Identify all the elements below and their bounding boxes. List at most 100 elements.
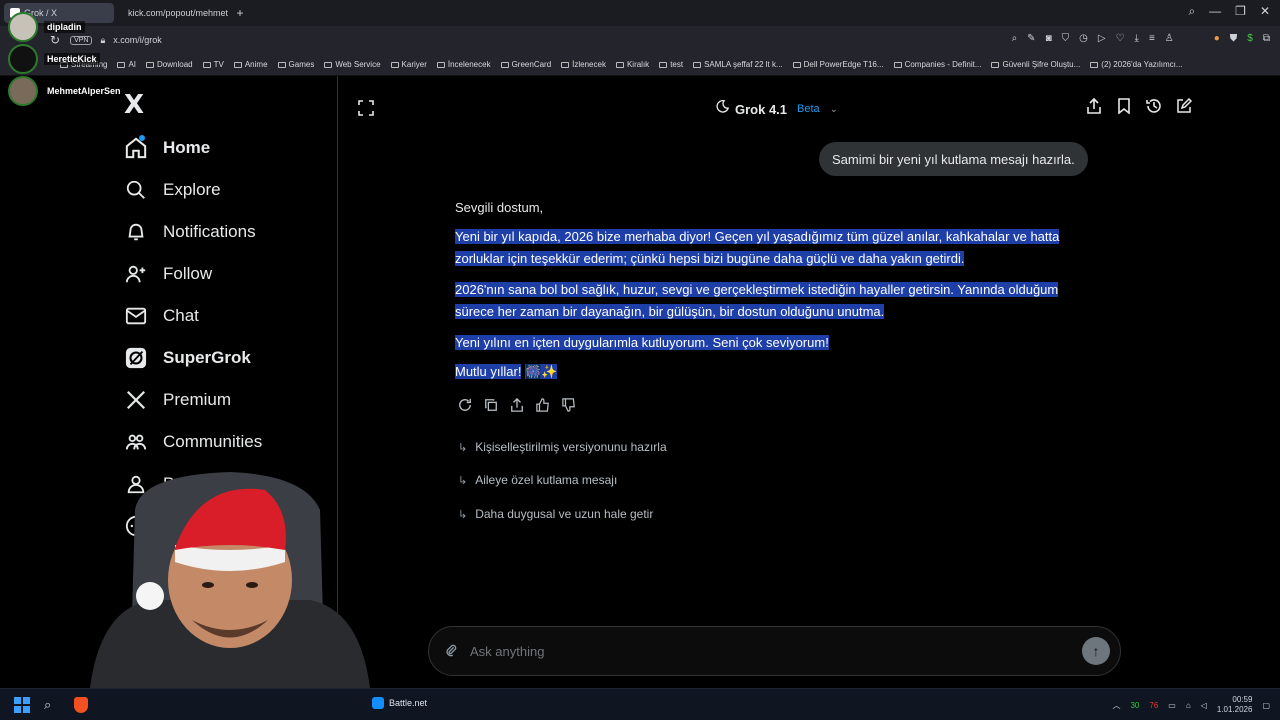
brave-browser-icon[interactable] [74, 697, 88, 713]
sidebar-item-premium[interactable]: Premium [124, 385, 231, 415]
reply-line: 2026'nın sana bol bol sağlık, huzur, sev… [455, 282, 1059, 297]
minimize-icon[interactable]: — [1209, 4, 1221, 19]
ask-input[interactable]: Ask anything [470, 644, 544, 659]
extension-shield-icon[interactable]: ⛊ [1230, 33, 1238, 44]
bookmark-label: Anime [244, 60, 268, 69]
menu-icon[interactable]: ≡ [1149, 33, 1155, 44]
clock-date: 1.01.2026 [1216, 705, 1253, 714]
sidebar-item-label: Communities [163, 432, 263, 451]
follow-up-arrow-icon: ↳ [458, 441, 468, 454]
reply-line: Yeni bir yıl kapıda, 2026 bize merhaba d… [455, 229, 1060, 244]
zoom-icon[interactable]: ⌕ [1012, 33, 1018, 44]
download-icon[interactable]: ⤓ [1135, 33, 1139, 44]
sidebar-item-follow[interactable]: Follow [124, 259, 212, 289]
bookmark-item[interactable]: Games [277, 60, 314, 69]
bookmark-item[interactable]: Companies - Definit... [893, 60, 981, 69]
thumbs-down-icon[interactable] [562, 398, 576, 412]
new-tab-button[interactable]: + [232, 5, 248, 21]
taskbar-app-battlenet[interactable]: Battle.net [372, 697, 427, 709]
bookmark-item[interactable]: AI [117, 60, 136, 69]
clock-time: 00:59 [1232, 695, 1253, 704]
tab-kick[interactable]: kick.com/popout/mehmet [118, 3, 228, 23]
bookmark-item[interactable]: Kiralık [615, 60, 649, 69]
thumbs-up-icon[interactable] [536, 398, 550, 412]
search-icon [124, 178, 148, 202]
bookmark-label: Web Service [335, 60, 381, 69]
sidebar-item-notifications[interactable]: Notifications [124, 217, 256, 247]
url-field[interactable]: x.com/i/grok [113, 35, 162, 45]
follow-up-arrow-icon: ↳ [458, 474, 468, 487]
bookmark-item[interactable]: TV [202, 60, 224, 69]
account-icon[interactable]: ♙ [1165, 33, 1174, 44]
bookmark-item[interactable]: Download [146, 60, 193, 69]
suggestion-item[interactable]: ↳ Daha duygusal ve uzun hale getir [458, 507, 653, 521]
bookmark-item[interactable]: (2) 2026'da Yazılımcı... [1090, 60, 1183, 69]
sidebar-item-supergrok[interactable]: SuperGrok [124, 343, 251, 373]
bookmark-icon[interactable] [1116, 98, 1132, 115]
bookmark-item[interactable]: test [659, 60, 683, 69]
edit-icon[interactable]: ✎ [1027, 33, 1035, 44]
close-icon[interactable]: ✕ [1260, 4, 1270, 19]
bookmark-item[interactable]: GreenCard [500, 60, 551, 69]
camera-icon[interactable]: ◙ [1046, 33, 1052, 44]
bookmark-item[interactable]: Web Service [324, 60, 381, 69]
bookmark-item[interactable]: İncelenecek [436, 60, 491, 69]
bookmark-item[interactable]: Kariyer [390, 60, 427, 69]
expand-icon[interactable] [358, 100, 374, 116]
heart-icon[interactable]: ♡ [1116, 33, 1125, 44]
sidebar-item-explore[interactable]: Explore [124, 175, 221, 205]
clock[interactable]: 00:59 1.01.2026 [1217, 695, 1253, 715]
folder-icon [146, 61, 155, 68]
sidebar-item-label: Premium [163, 390, 232, 409]
bookmark-item[interactable]: SAMLA şeffaf 22 lt k... [693, 60, 783, 69]
extension-icon[interactable]: ● [1214, 33, 1220, 44]
share-icon[interactable] [510, 397, 524, 412]
bookmark-item[interactable]: Dell PowerEdge T16... [792, 60, 884, 69]
bookmark-item[interactable]: İzlenecek [561, 60, 606, 69]
sidebar-item-home[interactable]: Home [124, 133, 210, 163]
attach-icon[interactable] [444, 643, 458, 660]
search-tabs-icon[interactable]: ⌕ [1188, 4, 1195, 19]
new-chat-icon[interactable] [1176, 97, 1193, 114]
avatar [8, 12, 38, 42]
composer[interactable]: Ask anything ↑ [428, 626, 1121, 676]
overlay-username: MehmetAlperSen [44, 85, 124, 97]
network-icon[interactable]: ⌂ [1186, 701, 1191, 710]
clock-icon[interactable]: ◷ [1079, 33, 1088, 44]
copy-icon[interactable] [484, 398, 498, 412]
suggestion-item[interactable]: ↳ Kişiselleştirilmiş versiyonunu hazırla [458, 440, 667, 454]
sidebar-item-chat[interactable]: Chat [124, 301, 199, 331]
home-icon [124, 136, 148, 160]
history-icon[interactable] [1146, 98, 1162, 114]
search-icon[interactable]: ⌕ [44, 697, 51, 713]
model-selector[interactable]: Grok 4.1 Beta ⌄ [716, 100, 838, 118]
windows-start-icon[interactable] [14, 697, 30, 713]
sidebar-item-communities[interactable]: Communities [124, 427, 262, 457]
suggestion-item[interactable]: ↳ Aileye özel kutlama mesajı [458, 473, 617, 487]
monitor-icon[interactable]: ▭ [1168, 701, 1176, 710]
extensions-icon[interactable]: ⧉ [1263, 33, 1270, 44]
chevron-up-icon[interactable]: ︿ [1112, 700, 1120, 711]
extension-dollar-icon[interactable]: $ [1247, 33, 1253, 44]
play-icon[interactable]: ▷ [1098, 33, 1106, 44]
bookmark-item[interactable]: Anime [233, 60, 268, 69]
folder-icon [202, 61, 211, 68]
sidebar-item-label: Chat [163, 306, 199, 325]
browser-tab-bar: Grok / X kick.com/popout/mehmet + ⌕ — ❐ … [0, 0, 1280, 26]
volume-icon[interactable]: ◁ [1201, 701, 1207, 710]
share-icon[interactable] [1086, 97, 1102, 114]
chat-header-actions [1086, 97, 1193, 115]
follow-icon [124, 262, 148, 286]
restore-icon[interactable]: ❐ [1235, 4, 1246, 19]
taskbar-app-label: Battle.net [389, 698, 428, 708]
model-name: Grok 4.1 [735, 101, 788, 117]
x-logo[interactable]: X [124, 90, 144, 120]
shield-icon[interactable]: ⛉ [1062, 33, 1070, 44]
reply-closing: Mutlu yıllar! 🎆✨ [455, 361, 1085, 383]
lock-icon[interactable]: 🔒︎ [100, 35, 105, 46]
regenerate-icon[interactable] [458, 398, 472, 412]
send-button[interactable]: ↑ [1082, 637, 1110, 665]
bookmark-item[interactable]: Güvenli Şifre Oluştu... [991, 60, 1080, 69]
bookmarks-bar: StreamingAIDownloadTVAnimeGamesWeb Servi… [0, 54, 1280, 76]
notification-icon[interactable]: ▢ [1262, 701, 1270, 710]
